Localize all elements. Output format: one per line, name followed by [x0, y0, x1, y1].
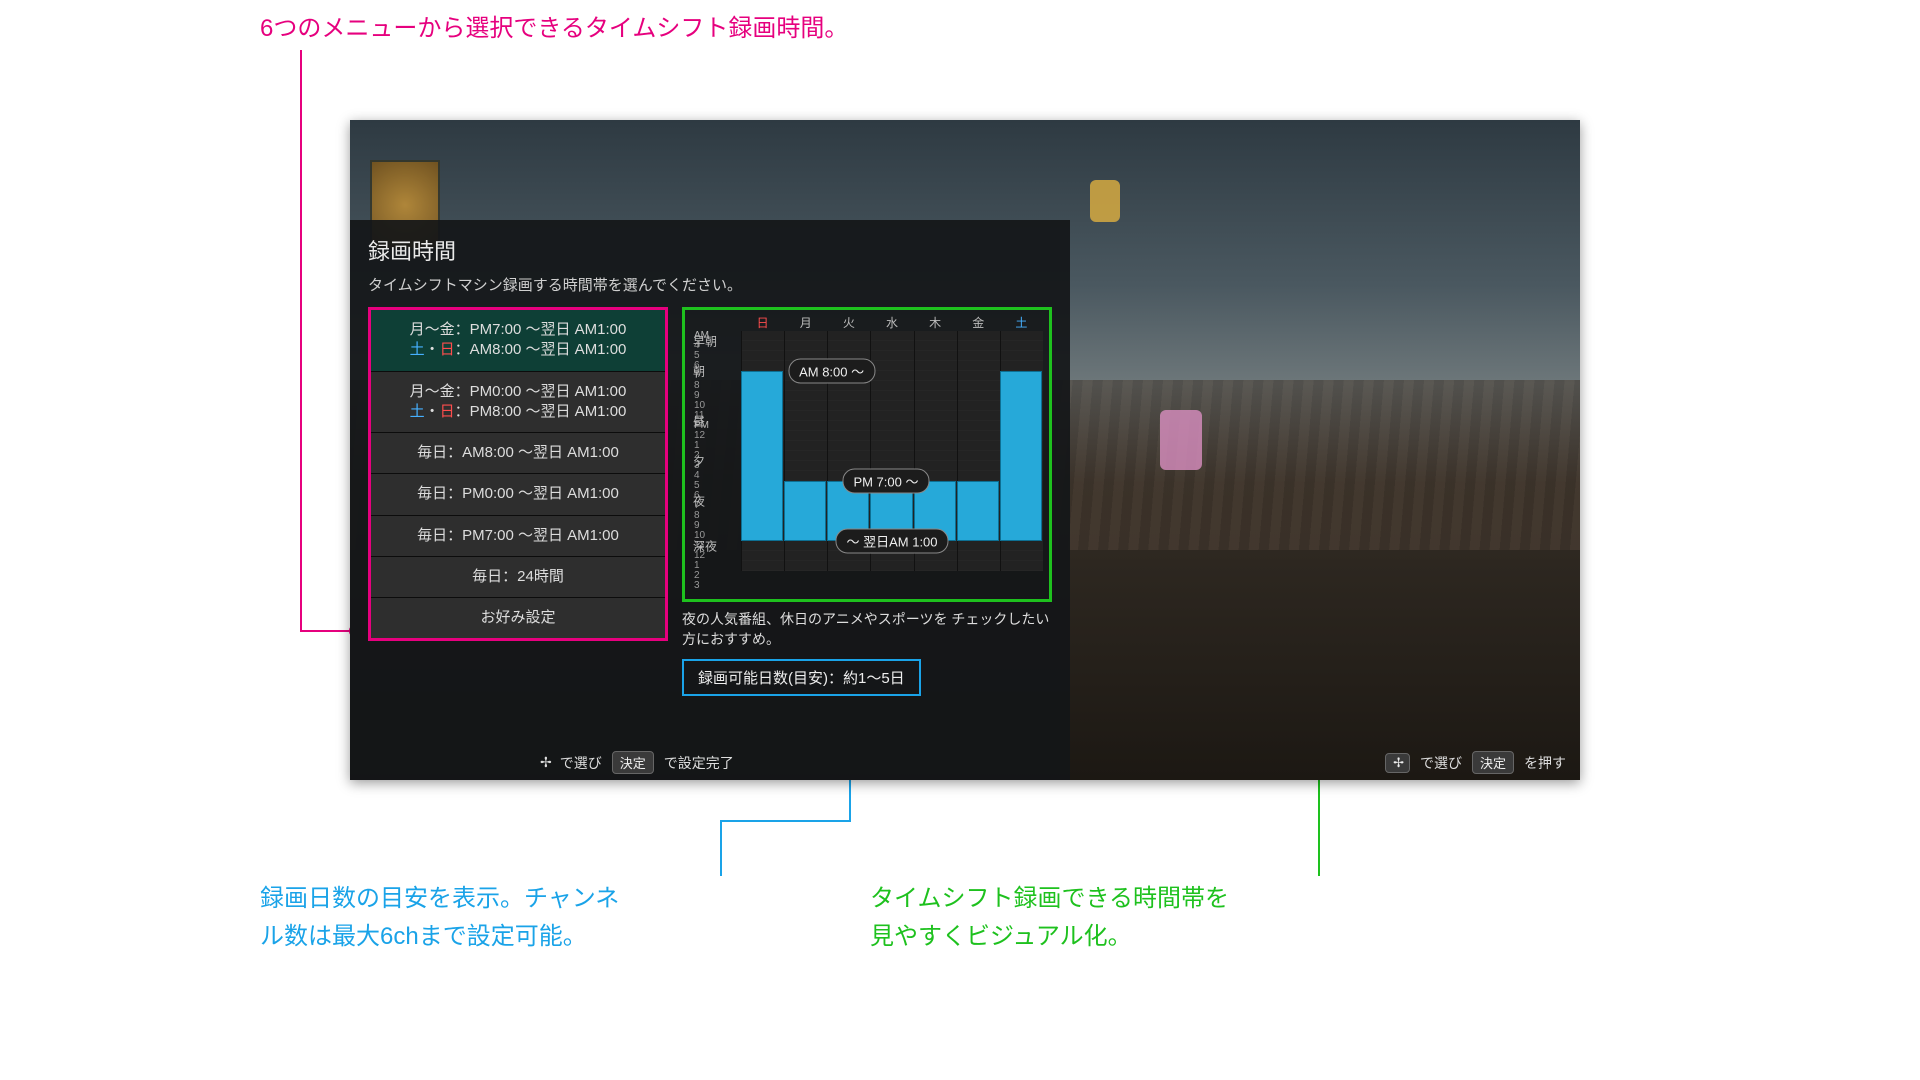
time-preset-option[interactable]: 毎日：PM7:00 ～翌日 AM1:00 [371, 515, 665, 556]
annotation-bottom-right: タイムシフト録画できる時間帯を 見やすくビジュアル化。 [870, 880, 1229, 957]
key-confirm: 決定 [612, 751, 654, 774]
grid-day-label: 火 [827, 314, 870, 331]
time-preset-option[interactable]: 毎日：AM8:00 ～翌日 AM1:00 [371, 432, 665, 473]
hint-bar-right: ✢ で選び 決定 を押す [1385, 751, 1566, 774]
time-grid: 日月火水木金土 AM4567891011PM121234567891011121… [682, 307, 1052, 602]
time-preset-option[interactable]: 毎日：24時間 [371, 556, 665, 597]
dpad-icon: ✢ [1385, 753, 1410, 773]
grid-day-label: 水 [870, 314, 913, 331]
period-label: 深夜 [693, 538, 717, 555]
period-label: 夜 [693, 493, 705, 510]
recording-block [957, 481, 999, 541]
hint-confirm: で設定完了 [664, 753, 734, 773]
time-preset-option[interactable]: 毎日：PM0:00 ～翌日 AM1:00 [371, 473, 665, 514]
period-label: 夕 [693, 453, 705, 470]
annotation-top: 6つのメニューから選択できるタイムシフト録画時間。 [260, 10, 848, 48]
hint-nav-right: で選び [1420, 753, 1462, 773]
time-preset-option[interactable]: 月～金：PM0:00 ～翌日 AM1:00土・日：PM8:00 ～翌日 AM1:… [371, 371, 665, 433]
recordable-days-box: 録画可能日数(目安)：約1～5日 [682, 659, 921, 696]
recording-block [741, 371, 783, 541]
hint-nav: で選び [560, 753, 602, 773]
hint-confirm-right: を押す [1524, 753, 1566, 773]
grid-plot: AM 8:00 ～PM 7:00 ～～ 翌日AM 1:00早朝朝昼夕夜深夜 [741, 331, 1043, 571]
grid-description: 夜の人気番組、休日のアニメやスポーツを チェックしたい方におすすめ。 [682, 610, 1052, 649]
time-tag: AM 8:00 ～ [788, 359, 875, 384]
grid-day-label: 月 [784, 314, 827, 331]
tv-screenshot: 録画時間 タイムシフトマシン録画する時間帯を選んでください。 月～金：PM7:0… [350, 120, 1580, 780]
period-label: 早朝 [693, 333, 717, 350]
time-tag: ～ 翌日AM 1:00 [835, 529, 948, 554]
grid-day-label: 木 [914, 314, 957, 331]
time-preset-menu: 月～金：PM7:00 ～翌日 AM1:00土・日：AM8:00 ～翌日 AM1:… [368, 307, 668, 641]
time-preset-option[interactable]: お好み設定 [371, 597, 665, 638]
annotation-bottom-left: 録画日数の目安を表示。チャンネ ル数は最大6chまで設定可能。 [260, 880, 619, 957]
grid-day-label: 日 [741, 314, 784, 331]
grid-day-label: 土 [1000, 314, 1043, 331]
period-label: 朝 [693, 363, 705, 380]
hint-bar-left: ✢ で選び 決定 で設定完了 [540, 751, 734, 774]
grid-day-header: 日月火水木金土 [691, 314, 1043, 331]
recording-block [1000, 371, 1042, 541]
panel-subtitle: タイムシフトマシン録画する時間帯を選んでください。 [368, 274, 1052, 295]
recording-block [784, 481, 826, 541]
panel-title: 録画時間 [368, 234, 1052, 266]
grid-day-label: 金 [957, 314, 1000, 331]
recording-time-panel: 録画時間 タイムシフトマシン録画する時間帯を選んでください。 月～金：PM7:0… [350, 220, 1070, 780]
time-preset-option[interactable]: 月～金：PM7:00 ～翌日 AM1:00土・日：AM8:00 ～翌日 AM1:… [371, 310, 665, 371]
time-tag: PM 7:00 ～ [842, 469, 929, 494]
period-label: 昼 [693, 413, 705, 430]
dpad-icon: ✢ [540, 754, 550, 771]
key-confirm: 決定 [1472, 751, 1514, 774]
